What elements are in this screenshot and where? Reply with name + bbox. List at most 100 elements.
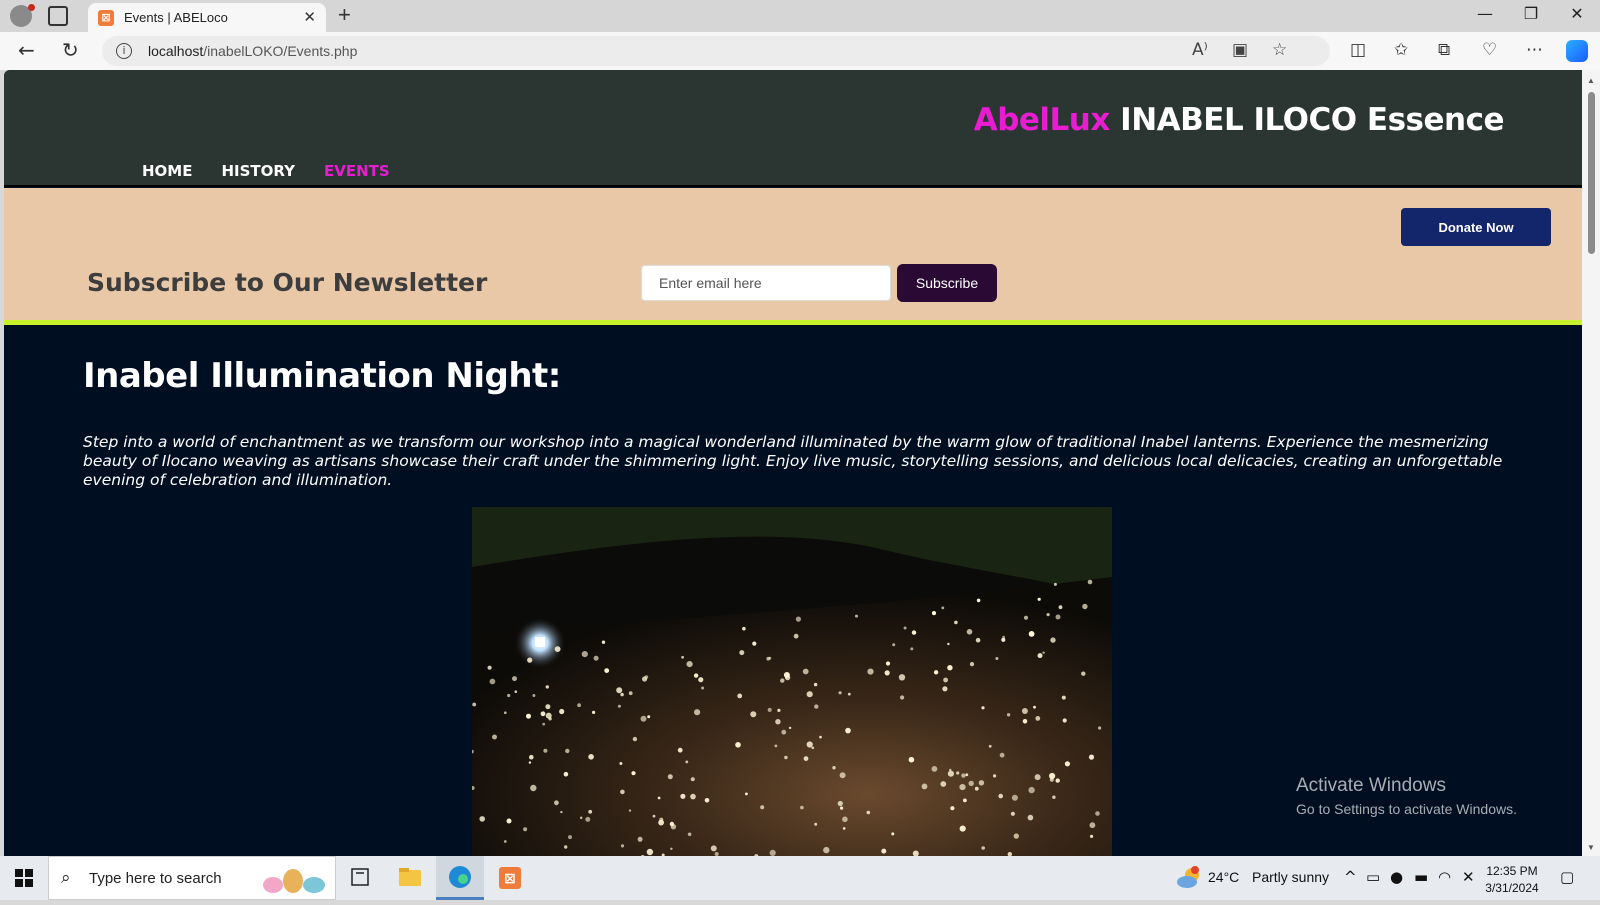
candle-light [739,650,744,655]
show-hidden-icons-icon[interactable]: ^ [1344,868,1357,886]
candle-light [629,691,633,695]
url-text[interactable]: localhost/inabelLOKO/Events.php [148,43,357,59]
candle-light [507,819,512,824]
candle-light [523,827,527,831]
candle-light [943,678,948,683]
event-photo [472,507,1112,856]
browser-essentials-icon[interactable]: ♡ [1482,40,1497,60]
subscribe-button[interactable]: Subscribe [897,264,997,302]
restore-icon[interactable]: ❐ [1508,4,1554,23]
settings-more-icon[interactable]: ⋯ [1526,40,1543,60]
notifications-icon[interactable]: ▢ [1560,868,1574,886]
candle-light [582,651,588,657]
weather-partly-sunny-icon [1176,866,1202,890]
profile-avatar-icon[interactable] [10,5,32,27]
candle-light [969,781,974,786]
email-field[interactable] [641,265,891,301]
newsletter-title: Subscribe to Our Newsletter [87,268,487,297]
network-icon[interactable]: ◠ [1438,868,1451,886]
activate-windows-title: Activate Windows [1296,775,1517,797]
candle-light [995,657,998,660]
candle-light [527,658,532,663]
candle-light [976,638,981,643]
event-title: Inabel Illumination Night: [83,356,561,396]
meet-now-icon[interactable]: ▭ [1366,868,1380,886]
file-explorer-icon[interactable] [386,856,434,900]
candle-light [577,703,581,707]
reload-icon[interactable]: ↻ [62,38,79,62]
candle-light [565,749,569,753]
candle-light [641,716,647,722]
page-scrollbar[interactable]: ▲ ▼ [1582,70,1600,856]
candle-light [1090,835,1093,838]
weather-temp[interactable]: 24°C [1208,869,1239,885]
nav-home[interactable]: HOME [142,162,192,180]
address-bar[interactable]: i localhost/inabelLOKO/Events.php A⁾ ▣ ☆ [102,36,1330,66]
candle-light [775,719,780,724]
browser-tab-bar: ⊠ Events | ABELoco ✕ + — ❐ ✕ [0,0,1600,32]
candle-light [832,766,835,769]
candle-light [750,711,756,717]
candle-light [940,781,946,787]
split-screen-icon[interactable]: ◫ [1350,40,1366,60]
candle-light [542,723,545,726]
svg-text:⊠: ⊠ [504,871,516,887]
tab-actions-icon[interactable] [48,6,68,26]
candle-light [1024,616,1028,620]
close-window-icon[interactable]: ✕ [1554,4,1600,23]
candle-light [900,695,904,699]
nav-history[interactable]: HISTORY [221,162,295,180]
back-icon[interactable]: ← [18,38,35,62]
page-viewport: AbelLux INABEL ILOCO Essence HOME HISTOR… [4,70,1582,856]
weather-text[interactable]: Partly sunny [1252,869,1329,885]
scroll-down-icon[interactable]: ▼ [1587,843,1595,852]
edge-browser-icon[interactable] [436,856,484,900]
candle-light [784,756,787,759]
nav-events[interactable]: EVENTS [324,162,390,180]
minimize-icon[interactable]: — [1462,4,1508,23]
clock-time: 12:35 PM [1472,863,1552,880]
candle-light [1038,653,1043,658]
site-info-icon[interactable]: i [116,43,132,59]
scroll-up-icon[interactable]: ▲ [1587,76,1595,85]
donate-button[interactable]: Donate Now [1401,208,1551,246]
candle-light [1081,672,1085,676]
windows-taskbar: ⌕ Type here to search ⊠ 24°C Partly sunn… [0,856,1600,900]
tab-close-icon[interactable]: ✕ [303,8,316,26]
new-tab-icon[interactable]: + [338,2,351,28]
candle-light [981,846,985,850]
taskbar-search[interactable]: ⌕ Type here to search [48,856,336,900]
candle-light [694,673,698,677]
candle-light [1056,778,1060,782]
candle-light [981,706,984,709]
candle-light [961,773,965,777]
battery-icon[interactable]: ▬ [1414,868,1428,886]
microphone-icon[interactable]: ● [1390,868,1403,886]
scrollbar-thumb[interactable] [1588,92,1595,254]
taskbar-search-placeholder: Type here to search [89,870,222,887]
candle-light [867,811,871,815]
browser-tab-events[interactable]: ⊠ Events | ABELoco ✕ [88,3,326,32]
candle-light [1054,583,1057,586]
candle-light [698,677,703,682]
favorites-icon[interactable]: ✩ [1394,40,1408,60]
candle-light [1042,652,1044,654]
read-aloud-icon[interactable]: A⁾ [1192,40,1208,60]
collections-icon[interactable]: ⧉ [1438,40,1450,60]
copilot-icon[interactable] [1566,40,1588,62]
xampp-icon[interactable]: ⊠ [486,856,534,900]
candle-light [668,774,673,779]
task-view-icon[interactable] [336,856,384,900]
candle-light [1059,605,1063,609]
candle-light [959,784,965,790]
taskbar-clock[interactable]: 12:35 PM 3/31/2024 [1472,863,1552,897]
immersive-reader-icon[interactable]: ▣ [1232,40,1248,60]
candle-light [685,761,688,764]
windows-start-icon[interactable] [15,869,33,887]
candle-light [568,835,572,839]
candle-light [564,845,567,848]
candle-light [777,709,780,712]
candle-light [842,817,848,823]
favorite-star-icon[interactable]: ☆ [1272,40,1287,60]
candle-light [515,690,518,693]
